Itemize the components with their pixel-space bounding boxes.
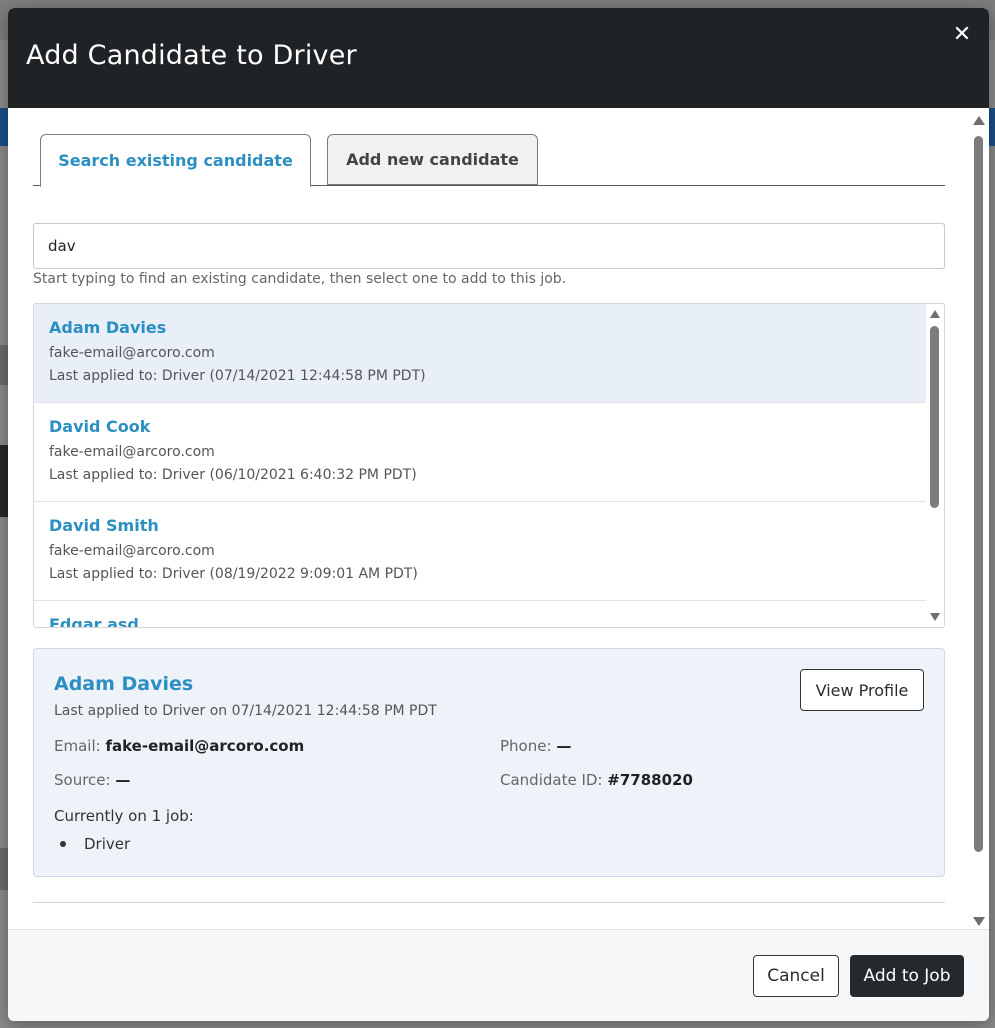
selected-candidate-subtitle: Last applied to Driver on 07/14/2021 12:… — [54, 703, 437, 719]
candidate-last-applied: Last applied to: Driver (06/10/2021 6:40… — [49, 467, 417, 483]
tab-add-new-candidate[interactable]: Add new candidate — [327, 134, 538, 185]
scroll-down-arrow-icon[interactable] — [930, 613, 940, 621]
tab-search-existing-candidate[interactable]: Search existing candidate — [40, 134, 311, 187]
email-value: fake-email@arcoro.com — [105, 737, 305, 755]
selected-candidate-name: Adam Davies — [54, 673, 194, 695]
scroll-thumb[interactable] — [974, 136, 983, 852]
scroll-up-arrow-icon[interactable] — [930, 310, 940, 318]
list-item[interactable]: David Cook fake-email@arcoro.com Last ap… — [34, 403, 926, 502]
list-item[interactable]: Edgar asd — [34, 601, 926, 628]
candidate-id-label: Candidate ID: — [500, 771, 603, 789]
candidate-name: Adam Davies — [49, 318, 167, 337]
candidate-email: fake-email@arcoro.com — [49, 345, 215, 361]
list-item[interactable]: Adam Davies fake-email@arcoro.com Last a… — [34, 304, 926, 403]
selected-candidate-card: Adam Davies Last applied to Driver on 07… — [33, 648, 945, 877]
current-jobs-list: Driver — [54, 835, 130, 853]
search-hint: Start typing to find an existing candida… — [33, 271, 567, 287]
job-item: Driver — [84, 835, 131, 853]
candidate-name: Edgar asd — [49, 615, 139, 628]
email-label: Email: — [54, 737, 101, 755]
phone-field: Phone: — — [500, 737, 571, 755]
cancel-button[interactable]: Cancel — [753, 955, 839, 997]
scroll-up-arrow-icon[interactable] — [973, 116, 985, 125]
phone-value: — — [556, 737, 572, 755]
candidate-search-input[interactable] — [33, 223, 945, 269]
candidate-last-applied: Last applied to: Driver (08/19/2022 9:09… — [49, 566, 418, 582]
scroll-down-arrow-icon[interactable] — [973, 917, 985, 926]
add-candidate-modal: Add Candidate to Driver ✕ Search existin… — [8, 8, 989, 1021]
modal-title: Add Candidate to Driver — [26, 40, 357, 71]
source-field: Source: — — [54, 771, 130, 789]
candidate-name: David Cook — [49, 417, 151, 436]
view-profile-button[interactable]: View Profile — [800, 669, 924, 711]
list-item[interactable]: David Smith fake-email@arcoro.com Last a… — [34, 502, 926, 601]
modal-footer: Cancel Add to Job — [8, 929, 989, 1021]
add-to-job-button[interactable]: Add to Job — [850, 955, 964, 997]
background-right-column — [989, 146, 995, 1026]
candidate-tabs: Search existing candidate Add new candid… — [33, 134, 945, 187]
close-icon[interactable]: ✕ — [951, 24, 973, 46]
candidate-results-list[interactable]: Adam Davies fake-email@arcoro.com Last a… — [33, 303, 945, 628]
candidate-id-value: #7788020 — [607, 771, 693, 789]
email-field: Email: fake-email@arcoro.com — [54, 737, 304, 755]
modal-header: Add Candidate to Driver ✕ — [8, 8, 989, 108]
candidate-email: fake-email@arcoro.com — [49, 543, 215, 559]
candidate-last-applied: Last applied to: Driver (07/14/2021 12:4… — [49, 368, 426, 384]
candidate-id-field: Candidate ID: #7788020 — [500, 771, 693, 789]
phone-label: Phone: — [500, 737, 552, 755]
candidate-email: fake-email@arcoro.com — [49, 444, 215, 460]
modal-body: Search existing candidate Add new candid… — [8, 108, 989, 929]
source-label: Source: — [54, 771, 111, 789]
results-scrollbar[interactable] — [926, 304, 944, 627]
modal-scrollbar[interactable] — [971, 112, 985, 926]
source-value: — — [115, 771, 131, 789]
current-jobs-label: Currently on 1 job: — [54, 807, 194, 825]
bullet-icon — [60, 840, 66, 847]
divider — [33, 902, 945, 903]
candidate-name: David Smith — [49, 516, 159, 535]
scroll-thumb[interactable] — [930, 326, 939, 508]
